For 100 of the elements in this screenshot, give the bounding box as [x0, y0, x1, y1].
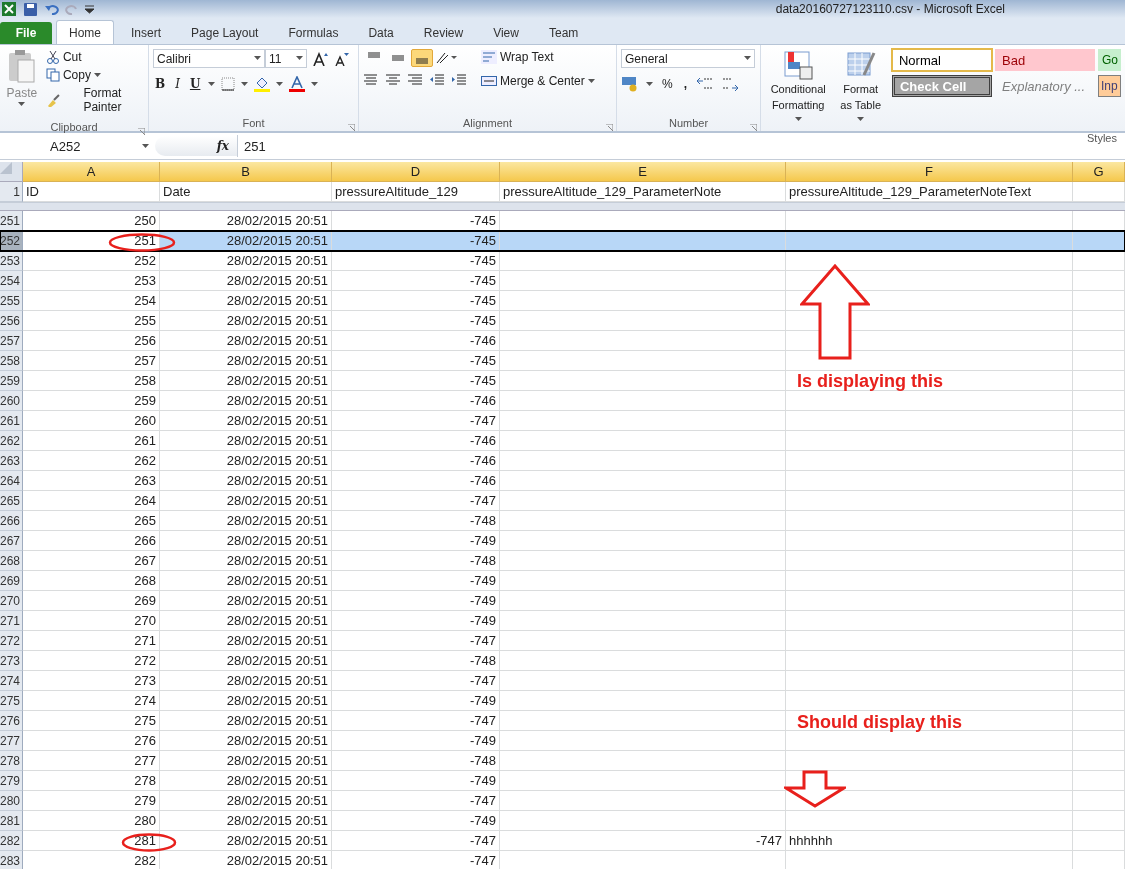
select-all-button[interactable] — [0, 162, 23, 182]
table-cell: -746 — [332, 431, 500, 451]
table-cell: -749 — [332, 531, 500, 551]
row-header[interactable]: 252 — [0, 231, 23, 251]
table-cell: 28/02/2015 20:51 — [160, 771, 332, 791]
paintbrush-icon — [45, 93, 60, 107]
row-header[interactable]: 251 — [0, 211, 23, 231]
row-header[interactable]: 276 — [0, 711, 23, 731]
number-format-dropdown[interactable]: General — [621, 49, 755, 68]
cell-style-swatch[interactable]: Explanatory ... — [995, 75, 1095, 97]
ribbon-tab[interactable]: Page Layout — [178, 20, 272, 44]
row-header[interactable]: 270 — [0, 591, 23, 611]
row-header[interactable]: 267 — [0, 531, 23, 551]
row-header[interactable]: 263 — [0, 451, 23, 471]
row-header[interactable]: 261 — [0, 411, 23, 431]
format-painter-button[interactable]: Format Painter — [43, 85, 144, 115]
row-header[interactable]: 258 — [0, 351, 23, 371]
ribbon-tab[interactable]: View — [480, 20, 532, 44]
row-header[interactable]: 259 — [0, 371, 23, 391]
column-header[interactable]: E — [500, 162, 786, 182]
ribbon-tab[interactable]: Team — [535, 20, 592, 44]
align-middle-icon — [391, 55, 405, 61]
table-cell: -747 — [332, 411, 500, 431]
underline-button[interactable]: U — [187, 76, 203, 92]
table-cell: -747 — [332, 671, 500, 691]
italic-button[interactable]: I — [173, 76, 182, 92]
table-cell: -749 — [332, 731, 500, 751]
decrease-indent-icon — [429, 73, 445, 87]
save-icon[interactable] — [22, 1, 39, 17]
table-cell: 28/02/2015 20:51 — [160, 411, 332, 431]
font-size-dropdown[interactable]: 11 — [265, 49, 307, 68]
column-header[interactable]: A — [23, 162, 160, 182]
merge-cells-icon — [481, 74, 497, 88]
row-header[interactable]: 274 — [0, 671, 23, 691]
row-header[interactable]: 275 — [0, 691, 23, 711]
row-header[interactable]: 264 — [0, 471, 23, 491]
row-header[interactable]: 281 — [0, 811, 23, 831]
row-header[interactable]: 280 — [0, 791, 23, 811]
column-header[interactable]: G — [1073, 162, 1125, 182]
dialog-launcher-icon — [138, 128, 145, 135]
ribbon-tab[interactable]: Home — [56, 20, 114, 44]
ribbon-tab[interactable]: Review — [410, 20, 477, 44]
group-label: Styles — [1087, 132, 1117, 144]
wrap-text-button[interactable]: Wrap Text — [479, 49, 597, 65]
row-header[interactable]: 253 — [0, 251, 23, 271]
table-cell: -748 — [332, 511, 500, 531]
ribbon-tab[interactable]: Formulas — [275, 20, 352, 44]
align-top-icon — [367, 52, 381, 58]
file-tab[interactable]: File — [0, 22, 52, 44]
row-header[interactable]: 271 — [0, 611, 23, 631]
bold-button[interactable]: B — [153, 76, 168, 92]
column-header[interactable]: F — [786, 162, 1073, 182]
ribbon-tab[interactable]: Data — [355, 20, 407, 44]
row-header[interactable]: 269 — [0, 571, 23, 591]
table-cell: 275 — [23, 711, 160, 731]
row-header[interactable]: 1 — [0, 182, 23, 202]
row-header[interactable]: 278 — [0, 751, 23, 771]
empty-cell — [1073, 811, 1125, 831]
table-cell: -747 — [332, 791, 500, 811]
percent-style-button[interactable]: % — [660, 76, 675, 92]
row-header[interactable]: 273 — [0, 651, 23, 671]
comma-style-button[interactable]: , — [681, 76, 689, 92]
row-header[interactable]: 257 — [0, 331, 23, 351]
align-right-icon — [407, 73, 423, 87]
row-header[interactable]: 254 — [0, 271, 23, 291]
copy-button[interactable]: Copy — [43, 67, 144, 83]
insert-function-button[interactable]: fx — [216, 139, 229, 153]
cell-style-swatch[interactable]: Go — [1098, 49, 1121, 71]
empty-cell — [1073, 471, 1125, 491]
cell-style-swatch[interactable]: Inp — [1098, 75, 1121, 97]
row-header[interactable]: 260 — [0, 391, 23, 411]
row-header[interactable]: 282 — [0, 831, 23, 851]
row-header[interactable]: 279 — [0, 771, 23, 791]
font-family-dropdown[interactable]: Calibri — [153, 49, 265, 68]
conditional-formatting-icon — [783, 50, 814, 80]
row-header[interactable]: 262 — [0, 431, 23, 451]
table-cell: -749 — [332, 611, 500, 631]
row-header[interactable]: 277 — [0, 731, 23, 751]
cell-style-swatch[interactable]: Normal — [892, 49, 992, 71]
conditional-formatting-button[interactable]: Conditional Formatting — [765, 49, 832, 126]
table-cell: 28/02/2015 20:51 — [160, 631, 332, 651]
table-cell: -749 — [332, 811, 500, 831]
empty-cell — [1073, 511, 1125, 531]
cell-style-swatch[interactable]: Bad — [995, 49, 1095, 71]
row-header[interactable]: 255 — [0, 291, 23, 311]
ribbon-tab[interactable]: Insert — [118, 20, 175, 44]
vertical-align-button[interactable] — [411, 49, 433, 67]
column-header[interactable]: D — [332, 162, 500, 182]
cut-button[interactable]: Cut — [43, 49, 144, 65]
row-header[interactable]: 272 — [0, 631, 23, 651]
format-as-table-button[interactable]: Format as Table — [833, 49, 888, 126]
dropdown-caret-icon — [646, 81, 653, 87]
row-header[interactable]: 268 — [0, 551, 23, 571]
row-header[interactable]: 265 — [0, 491, 23, 511]
merge-center-button[interactable]: Merge & Center — [479, 73, 597, 89]
row-header[interactable]: 266 — [0, 511, 23, 531]
column-header[interactable]: B — [160, 162, 332, 182]
row-header[interactable]: 256 — [0, 311, 23, 331]
row-header[interactable]: 283 — [0, 851, 23, 869]
table-cell: 28/02/2015 20:51 — [160, 651, 332, 671]
